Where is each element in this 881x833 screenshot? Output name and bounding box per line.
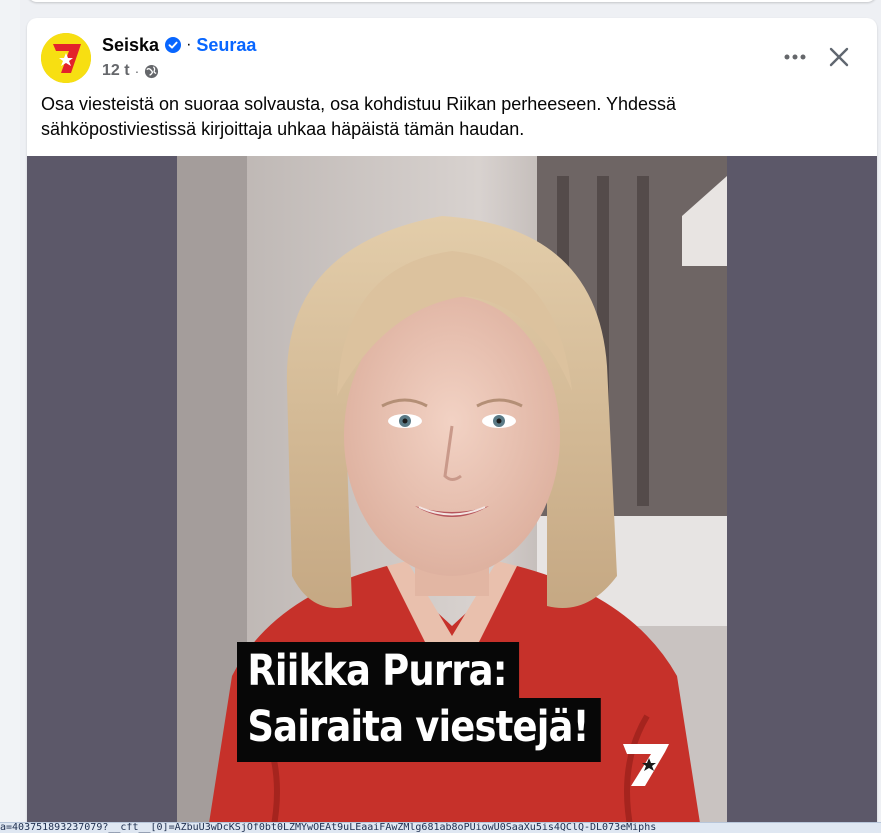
post-timestamp[interactable]: 12 t bbox=[102, 62, 130, 80]
post-photo[interactable]: Riikka Purra: Sairaita viestejä! bbox=[177, 156, 727, 832]
seiska-watermark-icon bbox=[623, 744, 669, 786]
close-icon bbox=[829, 47, 849, 67]
image-caption-line-1: Riikka Purra: bbox=[237, 642, 519, 704]
post-text: Osa viesteistä on suoraa solvausta, osa … bbox=[41, 94, 677, 139]
avatar[interactable] bbox=[41, 33, 91, 83]
post-meta: 12 t · bbox=[102, 61, 159, 81]
page-background-strip bbox=[0, 0, 20, 832]
post-media[interactable]: Riikka Purra: Sairaita viestejä! bbox=[27, 156, 877, 832]
close-button[interactable] bbox=[821, 39, 857, 75]
browser-status-bar-url: a=403751893237079?__cft__[0]=AZbuU3wDcKS… bbox=[0, 822, 881, 833]
post-header-title: Seiska · Seuraa bbox=[102, 34, 256, 56]
verified-badge-icon bbox=[165, 37, 182, 53]
seiska-logo-icon bbox=[41, 33, 91, 83]
image-caption-line-2: Sairaita viestejä! bbox=[237, 698, 601, 762]
page-name[interactable]: Seiska bbox=[102, 35, 159, 56]
post-card: Seiska · Seuraa 12 t · Osa viesteistä on… bbox=[27, 18, 877, 832]
more-options-button[interactable] bbox=[777, 39, 813, 75]
more-horizontal-icon bbox=[784, 54, 806, 60]
globe-icon[interactable] bbox=[144, 64, 159, 79]
separator-dot: · bbox=[186, 36, 192, 53]
follow-button[interactable]: Seuraa bbox=[196, 35, 256, 56]
meta-separator-dot: · bbox=[134, 63, 140, 79]
previous-post-card bbox=[27, 0, 877, 2]
